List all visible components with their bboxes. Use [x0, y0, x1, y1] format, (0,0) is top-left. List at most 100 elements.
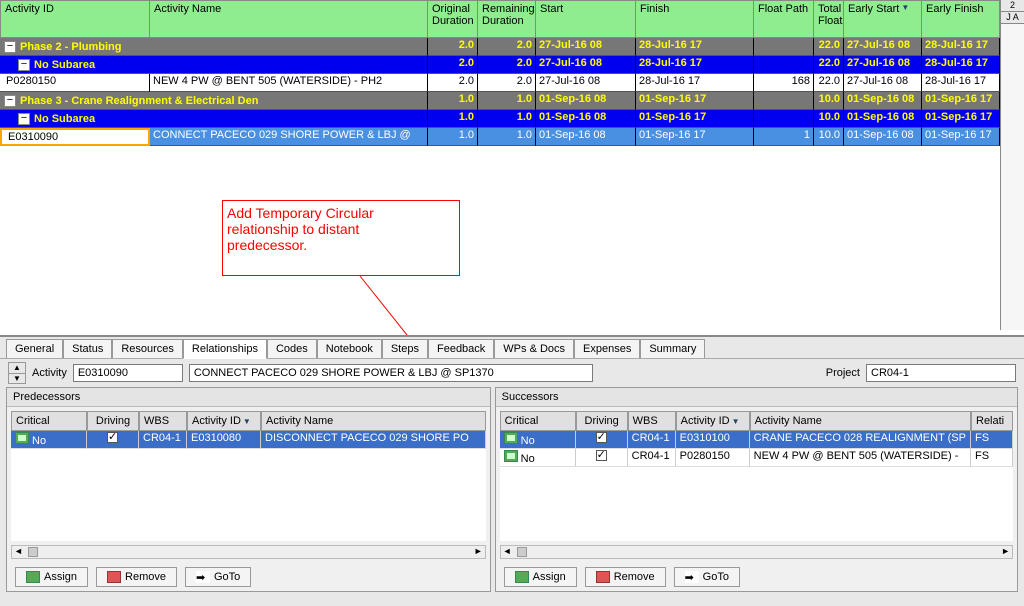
cell-rd[interactable]: 2.0	[478, 56, 536, 74]
phase-row[interactable]: −Phase 2 - Plumbing2.02.027-Jul-16 0828-…	[0, 38, 1024, 56]
pred-remove-button[interactable]: Remove	[96, 567, 177, 587]
cell-tf[interactable]: 10.0	[814, 110, 844, 128]
collapse-icon[interactable]: −	[4, 41, 16, 53]
col-activity-id[interactable]: Activity ID	[0, 0, 150, 38]
gantt-timeline[interactable]: 2 J A	[1000, 0, 1024, 330]
pcol-critical[interactable]: Critical	[11, 411, 87, 431]
col-remaining-duration[interactable]: Remaining Duration	[478, 0, 536, 38]
project-id-field[interactable]	[866, 364, 1016, 382]
cell-ef[interactable]: 28-Jul-16 17	[922, 38, 1000, 56]
cell-tf[interactable]: 22.0	[814, 56, 844, 74]
subarea-row[interactable]: −No Subarea1.01.001-Sep-16 0801-Sep-16 1…	[0, 110, 1024, 128]
cell-od[interactable]: 2.0	[428, 56, 478, 74]
cell-fp[interactable]	[754, 56, 814, 74]
subarea-row[interactable]: −No Subarea2.02.027-Jul-16 0828-Jul-16 1…	[0, 56, 1024, 74]
checkbox-icon[interactable]	[596, 432, 607, 443]
pcol-activity-id[interactable]: Activity ID▼	[187, 411, 261, 431]
col-early-start[interactable]: Early Start▼	[844, 0, 922, 38]
cell-activity-name[interactable]: NEW 4 PW @ BENT 505 (WATERSIDE) - PH2	[150, 74, 428, 92]
activity-name-field[interactable]	[189, 364, 593, 382]
cell-rd[interactable]: 1.0	[478, 110, 536, 128]
activity-row[interactable]: P0280150NEW 4 PW @ BENT 505 (WATERSIDE) …	[0, 74, 1024, 92]
cell-st[interactable]: 01-Sep-16 08	[536, 128, 636, 146]
cell-rd[interactable]: 1.0	[478, 92, 536, 110]
rel-critical[interactable]: No	[500, 449, 576, 467]
scol-activity-id[interactable]: Activity ID▼	[676, 411, 750, 431]
activity-grid[interactable]: Activity ID Activity Name Original Durat…	[0, 0, 1024, 330]
rel-activity-id[interactable]: E0310100	[676, 431, 750, 449]
pred-goto-button[interactable]: ➡GoTo	[185, 567, 251, 587]
tab-summary[interactable]: Summary	[640, 339, 705, 358]
scol-driving[interactable]: Driving	[576, 411, 628, 431]
checkbox-icon[interactable]	[107, 432, 118, 443]
cell-fp[interactable]	[754, 110, 814, 128]
tab-wps-docs[interactable]: WPs & Docs	[494, 339, 574, 358]
tab-general[interactable]: General	[6, 339, 63, 358]
col-float-path[interactable]: Float Path	[754, 0, 814, 38]
col-start[interactable]: Start	[536, 0, 636, 38]
cell-ef[interactable]: 28-Jul-16 17	[922, 74, 1000, 92]
cell-tf[interactable]: 22.0	[814, 38, 844, 56]
tab-status[interactable]: Status	[63, 339, 112, 358]
activity-stepper[interactable]: ▲▼	[8, 362, 26, 384]
cell-activity-id[interactable]: E0310090	[0, 128, 150, 146]
cell-es[interactable]: 27-Jul-16 08	[844, 56, 922, 74]
rel-wbs[interactable]: CR04-1	[628, 431, 676, 449]
cell-ef[interactable]: 01-Sep-16 17	[922, 128, 1000, 146]
cell-fp[interactable]: 168	[754, 74, 814, 92]
rel-wbs[interactable]: CR04-1	[628, 449, 676, 467]
tab-relationships[interactable]: Relationships	[183, 339, 267, 359]
cell-es[interactable]: 01-Sep-16 08	[844, 128, 922, 146]
cell-rd[interactable]: 2.0	[478, 74, 536, 92]
cell-activity-name[interactable]: CONNECT PACECO 029 SHORE POWER & LBJ @	[150, 128, 428, 146]
cell-rd[interactable]: 1.0	[478, 128, 536, 146]
scol-activity-name[interactable]: Activity Name	[750, 411, 971, 431]
pcol-driving[interactable]: Driving	[87, 411, 139, 431]
rel-driving[interactable]	[87, 431, 139, 449]
checkbox-icon[interactable]	[596, 450, 607, 461]
rel-critical[interactable]: No	[11, 431, 87, 449]
cell-es[interactable]: 27-Jul-16 08	[844, 74, 922, 92]
col-activity-name[interactable]: Activity Name	[150, 0, 428, 38]
cell-od[interactable]: 2.0	[428, 38, 478, 56]
tab-resources[interactable]: Resources	[112, 339, 183, 358]
cell-st[interactable]: 27-Jul-16 08	[536, 74, 636, 92]
cell-fp[interactable]: 1	[754, 128, 814, 146]
cell-fn[interactable]: 01-Sep-16 17	[636, 110, 754, 128]
cell-rd[interactable]: 2.0	[478, 38, 536, 56]
successors-grid[interactable]: Critical Driving WBS Activity ID▼ Activi…	[500, 411, 1013, 541]
cell-ef[interactable]: 01-Sep-16 17	[922, 92, 1000, 110]
cell-fp[interactable]	[754, 92, 814, 110]
successors-hscroll[interactable]	[500, 545, 1013, 559]
cell-fn[interactable]: 28-Jul-16 17	[636, 74, 754, 92]
scol-relation[interactable]: Relati	[971, 411, 1013, 431]
cell-st[interactable]: 27-Jul-16 08	[536, 56, 636, 74]
cell-es[interactable]: 27-Jul-16 08	[844, 38, 922, 56]
rel-activity-name[interactable]: DISCONNECT PACECO 029 SHORE PO	[261, 431, 486, 449]
cell-activity-id[interactable]: P0280150	[0, 74, 150, 92]
activity-row[interactable]: E0310090CONNECT PACECO 029 SHORE POWER &…	[0, 128, 1024, 146]
rel-type[interactable]: FS	[971, 449, 1013, 467]
rel-activity-id[interactable]: P0280150	[676, 449, 750, 467]
cell-od[interactable]: 1.0	[428, 92, 478, 110]
succ-goto-button[interactable]: ➡GoTo	[674, 567, 740, 587]
rel-activity-name[interactable]: CRANE PACECO 028 REALIGNMENT (SP	[750, 431, 971, 449]
pcol-activity-name[interactable]: Activity Name	[261, 411, 486, 431]
col-early-finish[interactable]: Early Finish	[922, 0, 1000, 38]
scol-critical[interactable]: Critical	[500, 411, 576, 431]
succ-remove-button[interactable]: Remove	[585, 567, 666, 587]
tab-feedback[interactable]: Feedback	[428, 339, 494, 358]
relationship-row[interactable]: NoCR04-1E0310080DISCONNECT PACECO 029 SH…	[11, 431, 486, 449]
cell-tf[interactable]: 10.0	[814, 92, 844, 110]
cell-od[interactable]: 2.0	[428, 74, 478, 92]
cell-fp[interactable]	[754, 38, 814, 56]
rel-driving[interactable]	[576, 431, 628, 449]
tab-expenses[interactable]: Expenses	[574, 339, 640, 358]
rel-activity-name[interactable]: NEW 4 PW @ BENT 505 (WATERSIDE) -	[750, 449, 971, 467]
pcol-wbs[interactable]: WBS	[139, 411, 187, 431]
cell-od[interactable]: 1.0	[428, 110, 478, 128]
stepper-up-icon[interactable]: ▲	[9, 363, 25, 374]
relationship-row[interactable]: No CR04-1P0280150NEW 4 PW @ BENT 505 (WAT…	[500, 449, 1013, 467]
col-finish[interactable]: Finish	[636, 0, 754, 38]
cell-fn[interactable]: 01-Sep-16 17	[636, 128, 754, 146]
